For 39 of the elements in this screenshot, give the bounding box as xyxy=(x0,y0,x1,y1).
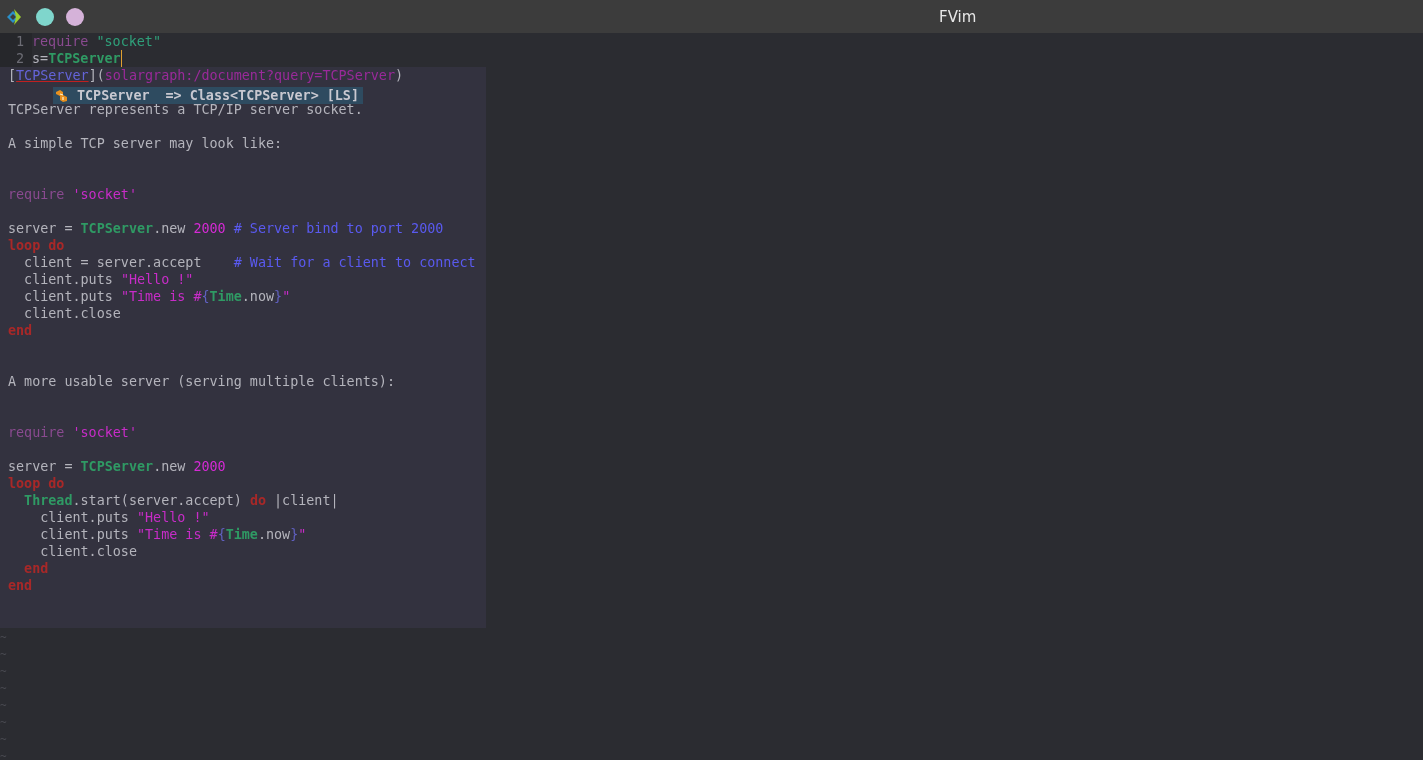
code-line: require 'socket' xyxy=(8,425,137,440)
empty-line-marker: ~ xyxy=(0,733,7,746)
doc-text: [TCPServer](solargraph:/document?query=TCPServer) xyxy=(8,68,404,83)
code-line: server = TCPServer.new 2000 xyxy=(8,459,226,474)
code-line: client.puts "Hello !" xyxy=(23,272,194,287)
window-control[interactable] xyxy=(36,7,54,26)
code-line: client.close xyxy=(39,544,137,559)
code-line: client.puts "Hello !" xyxy=(39,510,210,525)
code-line: server = TCPServer.new 2000 # Server bind to port 2000 xyxy=(8,221,444,236)
empty-line-marker: ~ xyxy=(0,750,7,760)
code-line: client.puts "Time is #{Time.now}" xyxy=(23,289,291,304)
empty-line-marker: ~ xyxy=(0,648,7,661)
empty-line-marker: ~ xyxy=(0,631,7,644)
empty-line-marker: ~ xyxy=(0,682,7,695)
app-logo-icon xyxy=(6,7,22,26)
code-line: require 'socket' xyxy=(8,187,137,202)
line-number: 1 xyxy=(0,33,32,50)
code-line: end xyxy=(8,323,33,338)
code-line: s=TCPServer xyxy=(32,50,121,67)
completion-item[interactable]: TCPServer => Class<TCPServer> [LS] xyxy=(53,87,363,104)
class-icon xyxy=(55,88,69,103)
empty-line-marker: ~ xyxy=(0,716,7,729)
code-line: require "socket" xyxy=(32,33,161,50)
code-line: client = server.accept # Wait for a client to connect xyxy=(23,255,476,270)
code-line: client.close xyxy=(23,306,121,321)
code-line: end xyxy=(23,561,49,576)
code-line: Thread.start(server.accept) do |client| xyxy=(23,493,339,508)
empty-line-marker: ~ xyxy=(0,665,7,678)
empty-line-marker: ~ xyxy=(0,699,7,712)
doc-text: A more usable server (serving multiple clients): xyxy=(8,374,395,389)
code-line: loop do xyxy=(8,238,65,253)
code-line: loop do xyxy=(8,476,65,491)
window-control[interactable] xyxy=(66,7,84,26)
line-number: 2 xyxy=(0,50,32,67)
code-line: end xyxy=(8,578,33,593)
window-title: FVim xyxy=(939,7,977,26)
doc-text: A simple TCP server may look like: xyxy=(8,136,283,151)
doc-text: TCPServer represents a TCP/IP server socket. xyxy=(8,102,363,117)
code-line: client.puts "Time is #{Time.now}" xyxy=(39,527,307,542)
